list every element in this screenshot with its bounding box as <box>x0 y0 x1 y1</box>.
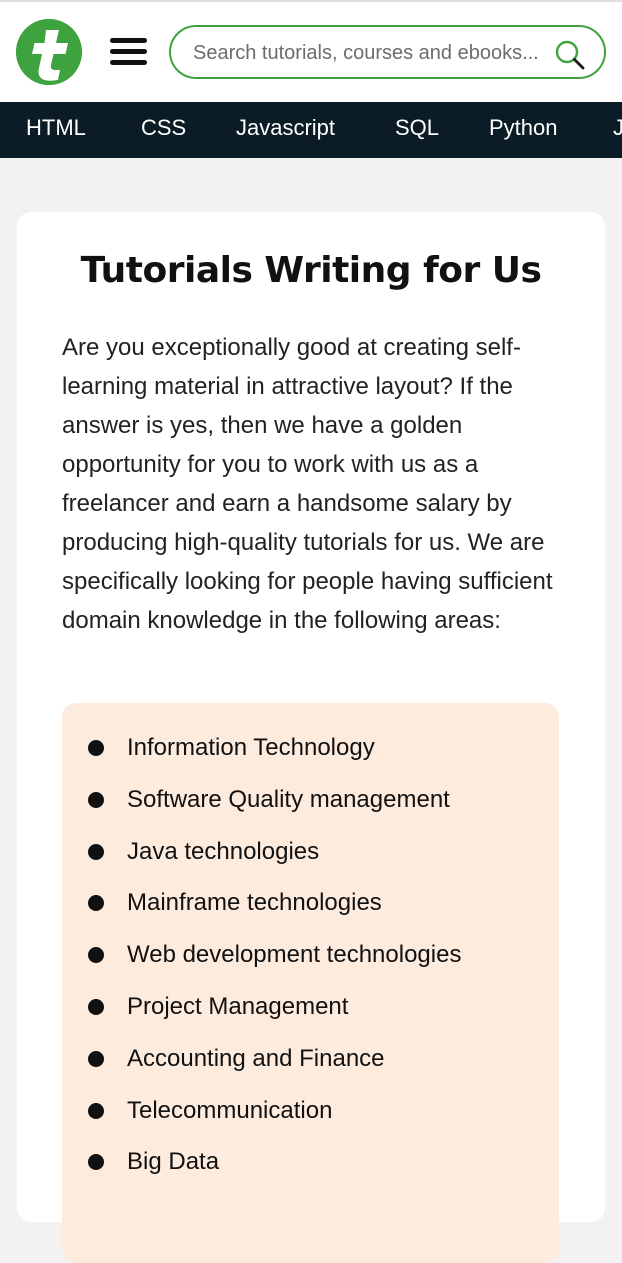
list-item: Telecommunication <box>62 1093 559 1145</box>
list-item: Software Quality management <box>62 782 559 834</box>
list-item: Web development technologies <box>62 937 559 989</box>
intro-paragraph: Are you exceptionally good at creating s… <box>62 334 553 634</box>
page-title: Tutorials Writing for Us <box>80 250 542 291</box>
search-icon[interactable] <box>554 39 586 71</box>
area-label: Information Technology <box>127 734 375 761</box>
list-item: Java technologies <box>62 834 559 886</box>
content-card: Tutorials Writing for Us Are you excepti… <box>17 212 605 1263</box>
domain-areas-list: Information Technology Software Quality … <box>62 730 559 1196</box>
list-item: Accounting and Finance <box>62 1041 559 1093</box>
area-label: Web development technologies <box>127 941 462 969</box>
search-box <box>169 25 606 79</box>
menu-bar-bottom <box>110 60 147 65</box>
search-input[interactable] <box>193 37 553 69</box>
bullet-icon <box>88 1102 104 1119</box>
nav-item-javascript[interactable]: Javascript <box>236 114 335 142</box>
tutorialspoint-logo-icon <box>16 19 82 85</box>
area-label: Java technologies <box>127 837 320 865</box>
domain-areas-panel: Information Technology Software Quality … <box>62 703 559 1263</box>
bullet-icon <box>88 843 104 860</box>
nav-item-java[interactable]: Java <box>613 114 622 142</box>
area-label: Mainframe technologies <box>127 889 382 917</box>
nav-item-css[interactable]: CSS <box>141 114 186 142</box>
nav-item-python[interactable]: Python <box>489 114 558 142</box>
area-label: Telecommunication <box>127 1096 333 1124</box>
site-header <box>0 0 622 102</box>
menu-bar-top <box>110 38 147 43</box>
area-label: Software Quality management <box>127 785 450 813</box>
nav-item-html[interactable]: HTML <box>26 114 86 142</box>
list-item: Information Technology <box>62 730 559 782</box>
site-logo[interactable] <box>16 19 82 85</box>
bullet-icon <box>88 998 104 1015</box>
bullet-icon <box>88 947 104 964</box>
category-nav: HTML CSS Javascript SQL Python Java <box>0 102 622 158</box>
bullet-icon <box>88 1050 104 1067</box>
area-label: Project Management <box>127 992 349 1020</box>
area-label: Big Data <box>127 1148 220 1176</box>
bullet-icon <box>88 791 104 808</box>
list-item: Project Management <box>62 989 559 1041</box>
area-label: Accounting and Finance <box>127 1044 385 1072</box>
list-item: Mainframe technologies <box>62 885 559 937</box>
nav-item-sql[interactable]: SQL <box>395 114 439 142</box>
menu-bar-middle <box>110 49 147 54</box>
list-item: Big Data <box>62 1144 559 1196</box>
hamburger-menu-icon[interactable] <box>110 38 147 65</box>
bullet-icon <box>88 895 104 912</box>
bullet-icon <box>88 1154 104 1171</box>
bullet-icon <box>88 740 104 756</box>
